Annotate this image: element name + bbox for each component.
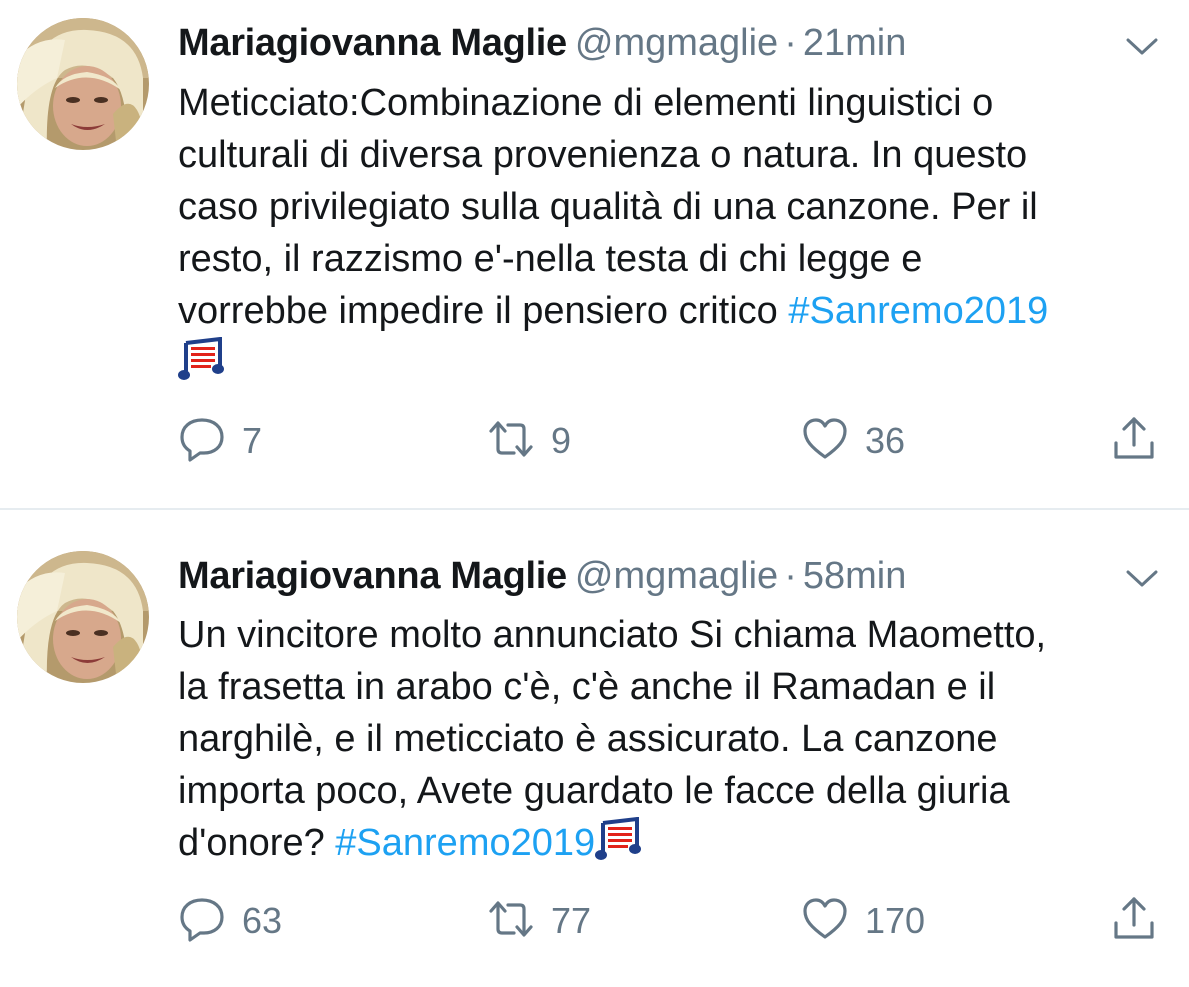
- text-line: narghilè, e il meticciato è assicurato. …: [178, 718, 998, 760]
- text-line-content: d'onore?: [178, 822, 336, 864]
- retweet-icon: [487, 415, 535, 468]
- reply-count: 63: [242, 900, 283, 941]
- share-button[interactable]: [1110, 896, 1158, 946]
- text-line: culturali di diversa provenienza o natur…: [178, 134, 1028, 176]
- heart-icon: [801, 895, 849, 948]
- like-button[interactable]: 170: [801, 896, 925, 946]
- text-line: la frasetta in arabo c'è, c'è anche il R…: [178, 666, 996, 708]
- author-handle[interactable]: @mgmaglie: [575, 555, 778, 597]
- separator: ·: [784, 22, 797, 64]
- author-name[interactable]: Mariagiovanna Maglie: [178, 22, 567, 64]
- text-line: vorrebbe impedire il pensiero critico #S…: [178, 285, 1168, 337]
- heart-icon: [801, 415, 849, 468]
- avatar[interactable]: [17, 18, 149, 150]
- text-line: [178, 336, 1168, 389]
- reply-icon: [178, 895, 226, 948]
- text-line: importa poco, Avete guardato le facce de…: [178, 770, 1010, 812]
- share-button[interactable]: [1110, 416, 1158, 466]
- tweet-actions: 63 77 170: [178, 896, 1168, 946]
- retweet-icon: [487, 895, 535, 948]
- share-icon: [1110, 895, 1158, 948]
- author-handle[interactable]: @mgmaglie: [575, 22, 778, 64]
- tweet-header: Mariagiovanna Maglie @mgmaglie · 58min: [178, 551, 906, 601]
- chevron-down-icon[interactable]: [1122, 26, 1162, 66]
- avatar[interactable]: [17, 551, 149, 683]
- retweet-count: 9: [551, 420, 572, 461]
- reply-count: 7: [242, 420, 263, 461]
- musical-score-emoji: [595, 816, 647, 863]
- reply-icon: [178, 415, 226, 468]
- text-line: caso privilegiato sulla qualità di una c…: [178, 186, 1038, 228]
- musical-score-emoji: [178, 336, 230, 383]
- timestamp[interactable]: 21min: [803, 22, 907, 64]
- tweet[interactable]: Mariagiovanna Maglie @mgmaglie · 21min Meti…: [0, 0, 1189, 508]
- retweet-button[interactable]: 9: [487, 416, 571, 466]
- like-count: 170: [865, 900, 926, 941]
- hashtag-link[interactable]: #Sanremo2019: [788, 290, 1048, 332]
- tweet[interactable]: Mariagiovanna Maglie @mgmaglie · 58min Un v…: [0, 510, 1189, 987]
- hashtag-link[interactable]: #Sanremo2019: [335, 822, 595, 864]
- like-count: 36: [865, 420, 906, 461]
- tweet-text: Meticciato:Combinazione di elementi ling…: [178, 77, 1168, 389]
- text-line: resto, il razzismo e'-nella testa di chi…: [178, 238, 923, 280]
- text-line: Un vincitore molto annunciato Si chiama …: [178, 614, 1047, 656]
- text-line: Meticciato:Combinazione di elementi ling…: [178, 82, 994, 124]
- like-button[interactable]: 36: [801, 416, 905, 466]
- text-line-content: vorrebbe impedire il pensiero critico: [178, 290, 789, 332]
- tweet-header: Mariagiovanna Maglie @mgmaglie · 21min: [178, 18, 906, 68]
- retweet-count: 77: [551, 900, 592, 941]
- separator: ·: [784, 555, 797, 597]
- tweet-text: Un vincitore molto annunciato Si chiama …: [178, 609, 1168, 869]
- tweet-actions: 7 9 36: [178, 416, 1168, 466]
- text-line: d'onore? #Sanremo2019: [178, 816, 1168, 869]
- retweet-button[interactable]: 77: [487, 896, 591, 946]
- timestamp[interactable]: 58min: [803, 555, 907, 597]
- reply-button[interactable]: 7: [178, 416, 262, 466]
- reply-button[interactable]: 63: [178, 896, 282, 946]
- chevron-down-icon[interactable]: [1122, 558, 1162, 598]
- share-icon: [1110, 415, 1158, 468]
- author-name[interactable]: Mariagiovanna Maglie: [178, 555, 567, 597]
